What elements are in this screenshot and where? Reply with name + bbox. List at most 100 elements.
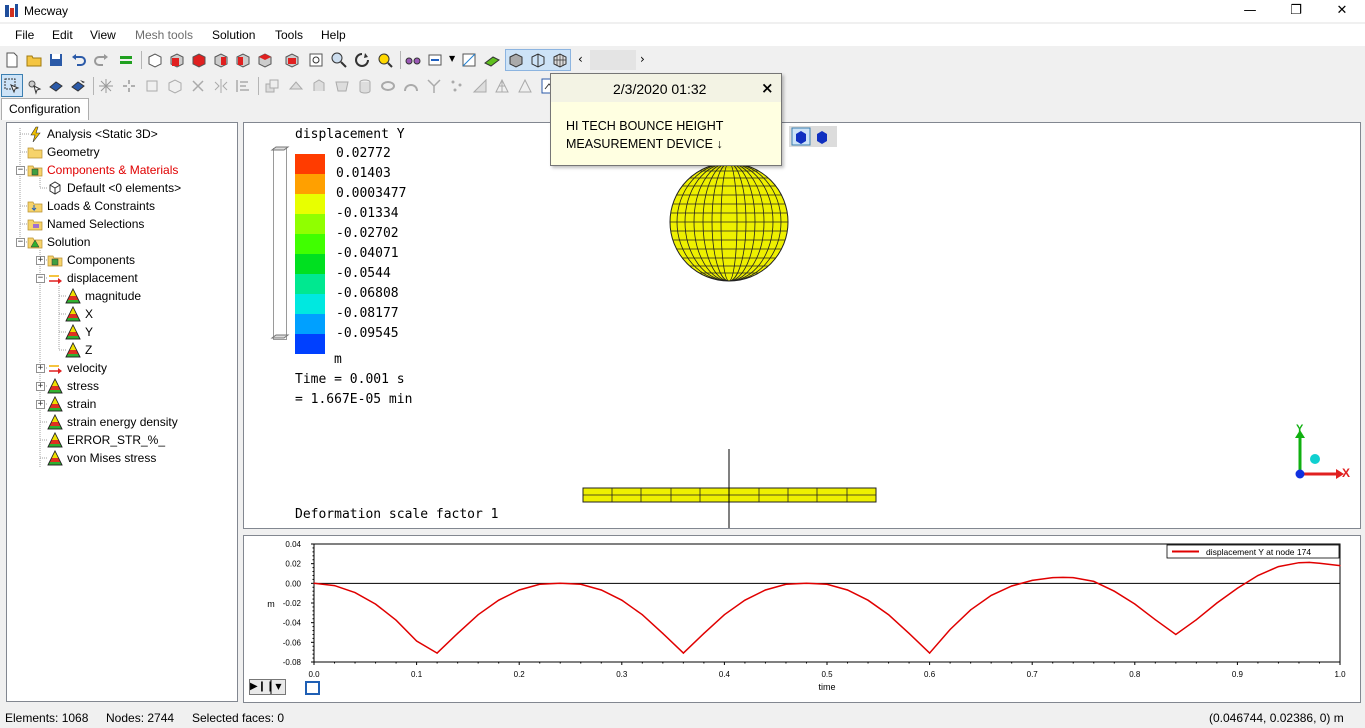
expander-solution[interactable]: − [16,238,25,247]
extrude-icon[interactable] [263,77,281,95]
toolbar-scroll-track[interactable] [590,50,636,70]
undo-icon[interactable] [70,51,88,69]
surface-green-icon[interactable] [483,51,501,69]
tree-item-label: von Mises stress [67,451,157,465]
menu-solution[interactable]: Solution [212,28,255,42]
scroll-left-icon[interactable]: ‹ [578,52,583,66]
square-tool-icon[interactable] [143,77,161,95]
tree-item-label: ERROR_STR_%_ [67,433,166,447]
wireframe-mode-icon[interactable] [529,51,547,69]
split-icon[interactable] [425,77,443,95]
notification-tooltip: 2/3/2020 01:32 × HI TECH BOUNCE HEIGHT M… [550,73,782,166]
select-node-icon[interactable] [25,77,43,95]
menu-edit[interactable]: Edit [52,28,73,42]
mesh-display-icon[interactable] [460,51,478,69]
delete-tool-icon[interactable] [189,77,207,95]
menu-mesh-tools[interactable]: Mesh tools [135,28,193,42]
expander-components-materials[interactable]: − [16,166,25,175]
scroll-right-icon[interactable]: › [640,52,645,66]
loft-icon[interactable] [333,77,351,95]
data-point [498,599,500,601]
open-folder-icon[interactable] [25,51,43,69]
glasses-icon[interactable] [404,51,422,69]
view-left-icon[interactable] [212,51,230,69]
data-point [744,599,746,601]
select-face-icon[interactable] [48,77,66,95]
view-right-icon[interactable] [234,51,252,69]
new-file-icon[interactable] [3,51,21,69]
viewport-canvas[interactable] [244,123,1360,528]
mirror-tool-icon[interactable] [212,77,230,95]
data-point [990,594,992,597]
legend-value: -0.01334 [336,206,399,221]
mecway-window: Mecway — ❐ ✕ File Edit View Mesh tools S… [0,0,1365,728]
expander-components[interactable]: + [36,256,45,265]
legend-value: -0.06808 [336,286,399,301]
equals-icon[interactable] [117,51,135,69]
expander-velocity[interactable]: + [36,364,45,373]
menu-help[interactable]: Help [321,28,346,42]
cylinder-icon[interactable] [356,77,374,95]
section-view-icon[interactable] [426,51,444,69]
scatter-icon[interactable] [448,77,466,95]
view-back-icon[interactable] [190,51,208,69]
align-tool-icon[interactable] [234,77,252,95]
view-top-icon[interactable] [256,51,274,69]
zoom-icon[interactable] [330,51,348,69]
wireframe-cube-icon[interactable] [146,51,164,69]
torus-icon[interactable] [379,77,397,95]
triangle-mesh-icon[interactable] [493,77,511,95]
data-point [395,619,397,621]
view-front-icon[interactable] [168,51,186,69]
view-bottom-icon[interactable] [283,51,301,69]
revolve-icon[interactable] [310,77,328,95]
restore-button[interactable]: ❐ [1273,0,1319,22]
time-cursor-marker[interactable] [305,681,320,695]
redo-icon[interactable] [92,51,110,69]
close-button[interactable]: ✕ [1319,0,1365,22]
zoom-box-icon[interactable] [307,51,325,69]
cube-tool-icon[interactable] [166,77,184,95]
legend-value: 0.0003477 [336,186,407,201]
expander-stress[interactable]: + [36,382,45,391]
tooltip-body: HI TECH BOUNCE HEIGHT MEASUREMENT DEVICE… [566,117,766,153]
tab-configuration[interactable]: Configuration [1,98,89,120]
data-point [867,599,869,601]
triangle-outline-icon[interactable] [516,77,534,95]
data-point [539,583,541,585]
tooltip-close-icon[interactable]: × [761,79,774,97]
mecway-logo-icon [5,4,18,17]
dropdown-arrow-icon[interactable]: ▼ [449,54,455,63]
explode-tool-icon[interactable] [120,77,138,95]
legend-value: -0.08177 [336,306,399,321]
tree-item-label: Loads & Constraints [47,199,156,213]
displacement-history-chart[interactable]: 0.04 0.02 0.00 -0.02 -0.04 -0.06 -0.08 0.0 0.1 0.… [244,536,1360,702]
play-options-dropdown[interactable]: ▼ [271,679,286,695]
solid-shaded-icon[interactable] [507,51,525,69]
data-point [1052,577,1054,579]
expander-strain[interactable]: + [36,400,45,409]
rotate-icon[interactable] [353,51,371,69]
bend-icon[interactable] [402,77,420,95]
tree-item-label: Components & Materials [47,163,179,177]
expander-displacement[interactable]: − [36,274,45,283]
sweep-icon[interactable] [287,77,305,95]
minimize-button[interactable]: — [1227,0,1273,22]
legend-swatch [295,294,325,314]
fit-view-icon[interactable] [376,51,394,69]
menu-tools[interactable]: Tools [275,28,303,42]
select-cursor-icon[interactable] [3,77,21,95]
menu-view[interactable]: View [90,28,116,42]
mesh-lines-icon[interactable] [551,51,569,69]
slider-handles[interactable] [270,144,290,344]
refine-icon[interactable] [471,77,489,95]
data-point [354,591,356,594]
select-element-icon[interactable] [70,77,88,95]
data-point [805,582,808,584]
play-pause-button[interactable]: ▶❙❙ [249,679,274,695]
data-point [1072,577,1074,579]
save-icon[interactable] [47,51,65,69]
view-cube-buttons[interactable] [789,126,837,147]
nodes-tool-icon[interactable] [97,77,115,95]
menu-file[interactable]: File [15,28,34,42]
